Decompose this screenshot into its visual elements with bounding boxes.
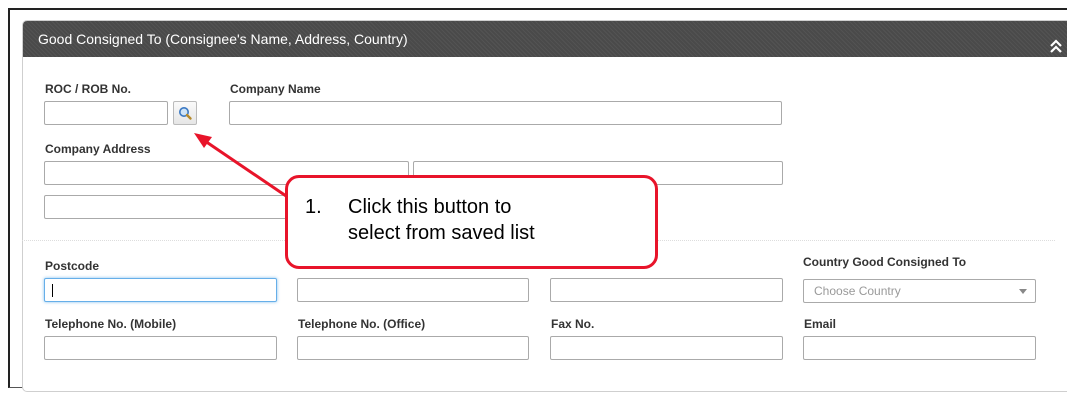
roc-rob-label: ROC / ROB No. — [45, 82, 131, 96]
roc-rob-input[interactable] — [44, 101, 168, 125]
panel-header[interactable]: Good Consigned To (Consignee's Name, Add… — [23, 21, 1067, 57]
chevron-down-icon — [1019, 289, 1027, 294]
search-icon — [179, 107, 192, 120]
fax-input[interactable] — [550, 336, 783, 360]
callout-line2: select from saved list — [348, 222, 535, 244]
search-button[interactable] — [173, 101, 197, 125]
panel-title: Good Consigned To (Consignee's Name, Add… — [38, 31, 408, 47]
company-name-label: Company Name — [230, 82, 321, 96]
text-caret — [52, 284, 53, 297]
email-label: Email — [804, 317, 837, 331]
callout-line1: Click this button to — [348, 196, 512, 218]
tel-mobile-label: Telephone No. (Mobile) — [45, 317, 177, 331]
country-select-placeholder: Choose Country — [814, 284, 901, 298]
city-input[interactable] — [297, 278, 529, 302]
callout-number: 1. — [305, 196, 322, 218]
instruction-callout: 1. Click this button to select from save… — [285, 175, 658, 269]
company-address-label: Company Address — [45, 142, 151, 156]
postcode-input[interactable] — [44, 278, 277, 302]
company-name-input[interactable] — [229, 101, 782, 125]
state-input[interactable] — [550, 278, 783, 302]
country-select[interactable]: Choose Country — [803, 279, 1036, 303]
tel-office-label: Telephone No. (Office) — [298, 317, 426, 331]
tel-mobile-input[interactable] — [44, 336, 277, 360]
chevron-double-up-icon[interactable] — [1049, 31, 1063, 53]
fax-label: Fax No. — [551, 317, 595, 331]
postcode-label: Postcode — [45, 259, 100, 273]
country-label: Country Good Consigned To — [803, 255, 967, 269]
email-input[interactable] — [803, 336, 1036, 360]
tel-office-input[interactable] — [297, 336, 529, 360]
